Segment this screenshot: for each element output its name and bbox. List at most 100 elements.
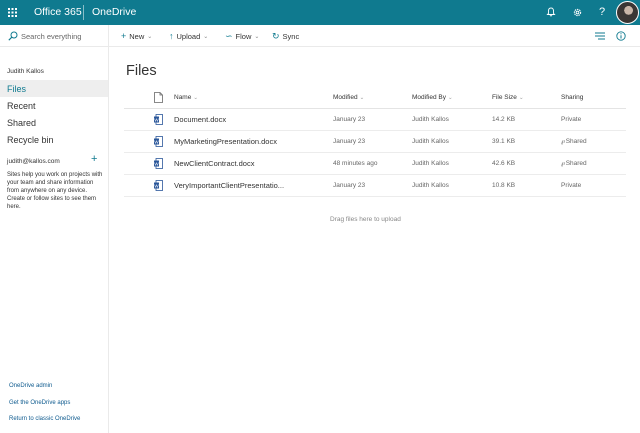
modified-cell: January 23 (333, 138, 366, 145)
avatar[interactable] (616, 1, 639, 24)
modified-cell: 48 minutes ago (333, 160, 378, 167)
table-row[interactable]: W VeryImportantClientPresentatio... Janu… (124, 175, 626, 197)
modified-cell: January 23 (333, 182, 366, 189)
get-apps-link[interactable]: Get the OneDrive apps (9, 400, 70, 406)
modified-by-cell: Judith Kallos (412, 182, 449, 189)
sync-icon: ↻ (272, 30, 280, 41)
column-label: Sharing (561, 94, 584, 101)
help-button[interactable]: ? (594, 4, 610, 20)
chevron-down-icon: ⌄ (518, 95, 524, 101)
column-label: Modified (333, 94, 358, 101)
chevron-down-icon: ⌄ (193, 95, 198, 101)
nav-item-label: Recycle bin (7, 134, 54, 145)
sites-description: Sites help you work on projects with you… (7, 172, 103, 210)
file-list: Name ⌄ Modified ⌄ Modified By ⌄ File Size ⌄ … (124, 87, 626, 197)
sharing-label: Shared (565, 138, 587, 145)
column-header-name[interactable]: Name ⌄ (174, 94, 198, 101)
sharing-label: Shared (565, 160, 587, 167)
flow-label: Flow (235, 31, 252, 41)
column-label: Modified By (412, 94, 446, 101)
modified-by-cell: Judith Kallos (412, 160, 449, 167)
info-icon (616, 31, 626, 41)
chevron-down-icon: ⌄ (254, 33, 260, 40)
file-name-link[interactable]: NewClientContract.docx (174, 159, 254, 168)
view-options-button[interactable] (594, 30, 606, 42)
file-size-cell: 42.6 KB (492, 160, 516, 167)
nav-item-shared[interactable]: Shared (0, 114, 108, 131)
new-button[interactable]: + New ⌄ (121, 25, 152, 47)
word-document-icon: W (154, 180, 163, 191)
plus-icon: + (121, 31, 127, 41)
sharing-cell: ℘ Shared (561, 160, 587, 167)
new-label: New (129, 31, 145, 41)
upload-button[interactable]: ↑ Upload ⌄ (169, 25, 208, 47)
app-launcher-button[interactable] (0, 0, 25, 25)
search-box[interactable]: Search everything (0, 25, 109, 47)
notifications-button[interactable] (543, 4, 559, 20)
file-size-cell: 14.2 KB (492, 116, 516, 123)
bell-icon (546, 7, 556, 17)
page-title: Files (126, 63, 157, 79)
file-size-cell: 39.1 KB (492, 138, 516, 145)
drop-zone-hint: Drag files here to upload (330, 216, 401, 223)
table-row[interactable]: W MyMarketingPresentation.docx January 2… (124, 131, 626, 153)
table-row[interactable]: W Document.docx January 23 Judith Kallos… (124, 109, 626, 131)
file-list-header: Name ⌄ Modified ⌄ Modified By ⌄ File Size ⌄ … (124, 87, 626, 109)
word-document-icon: W (154, 136, 163, 147)
list-view-icon (595, 32, 605, 40)
flow-button[interactable]: ∽ Flow ⌄ (225, 25, 259, 47)
waffle-icon (8, 8, 17, 17)
nav-item-label: Shared (7, 117, 37, 128)
column-label: File Size (492, 94, 517, 101)
suite-header: Office 365 OneDrive ? (0, 0, 640, 25)
settings-button[interactable] (569, 4, 585, 20)
sites-heading[interactable]: judith@kallos.com (7, 158, 60, 165)
chevron-down-icon: ⌄ (359, 95, 365, 101)
sync-button[interactable]: ↻ Sync (272, 25, 299, 47)
chevron-down-icon: ⌄ (147, 33, 153, 40)
add-site-button[interactable]: + (91, 153, 97, 165)
modified-cell: January 23 (333, 116, 366, 123)
column-header-sharing[interactable]: Sharing (561, 94, 583, 101)
onedrive-admin-link[interactable]: OneDrive admin (9, 383, 52, 389)
chevron-down-icon: ⌄ (203, 33, 209, 40)
file-type-icon[interactable] (154, 92, 163, 103)
user-name: Judith Kallos (7, 68, 44, 75)
upload-label: Upload (176, 31, 201, 41)
search-icon (8, 31, 18, 41)
table-row[interactable]: W NewClientContract.docx 48 minutes ago … (124, 153, 626, 175)
main-content: Files Name ⌄ Modified ⌄ Modified By ⌄ File … (110, 47, 640, 433)
office365-link[interactable]: Office 365 (34, 6, 82, 18)
info-pane-button[interactable] (615, 30, 627, 42)
classic-onedrive-link[interactable]: Return to classic OneDrive (9, 416, 80, 422)
nav-item-label: Recent (7, 100, 36, 111)
nav-item-recent[interactable]: Recent (0, 97, 108, 114)
sync-label: Sync (282, 31, 300, 41)
sharing-cell: Private (561, 116, 582, 123)
gear-icon (573, 8, 581, 16)
file-name-link[interactable]: MyMarketingPresentation.docx (174, 137, 277, 146)
column-header-modified-by[interactable]: Modified By ⌄ (412, 94, 453, 101)
left-navigation: Judith Kallos Files Recent Shared Recycl… (0, 47, 109, 433)
word-document-icon: W (154, 158, 163, 169)
search-placeholder: Search everything (21, 31, 82, 41)
modified-by-cell: Judith Kallos (412, 138, 449, 145)
file-name-link[interactable]: Document.docx (174, 115, 226, 124)
help-icon: ? (598, 6, 606, 18)
header-divider (83, 5, 84, 20)
column-header-modified[interactable]: Modified ⌄ (333, 94, 364, 101)
modified-by-cell: Judith Kallos (412, 116, 449, 123)
sharing-cell: ℘ Shared (561, 138, 587, 145)
sharing-cell: Private (561, 182, 582, 189)
column-header-file-size[interactable]: File Size ⌄ (492, 94, 524, 101)
nav-item-recycle-bin[interactable]: Recycle bin (0, 131, 108, 148)
file-size-cell: 10.8 KB (492, 182, 516, 189)
upload-icon: ↑ (169, 31, 174, 41)
chevron-down-icon: ⌄ (447, 95, 453, 101)
word-document-icon: W (154, 114, 163, 125)
nav-item-files[interactable]: Files (0, 80, 108, 97)
column-label: Name (174, 94, 192, 101)
file-name-link[interactable]: VeryImportantClientPresentatio... (174, 181, 284, 190)
onedrive-link[interactable]: OneDrive (92, 6, 136, 18)
flow-icon: ∽ (225, 30, 233, 41)
